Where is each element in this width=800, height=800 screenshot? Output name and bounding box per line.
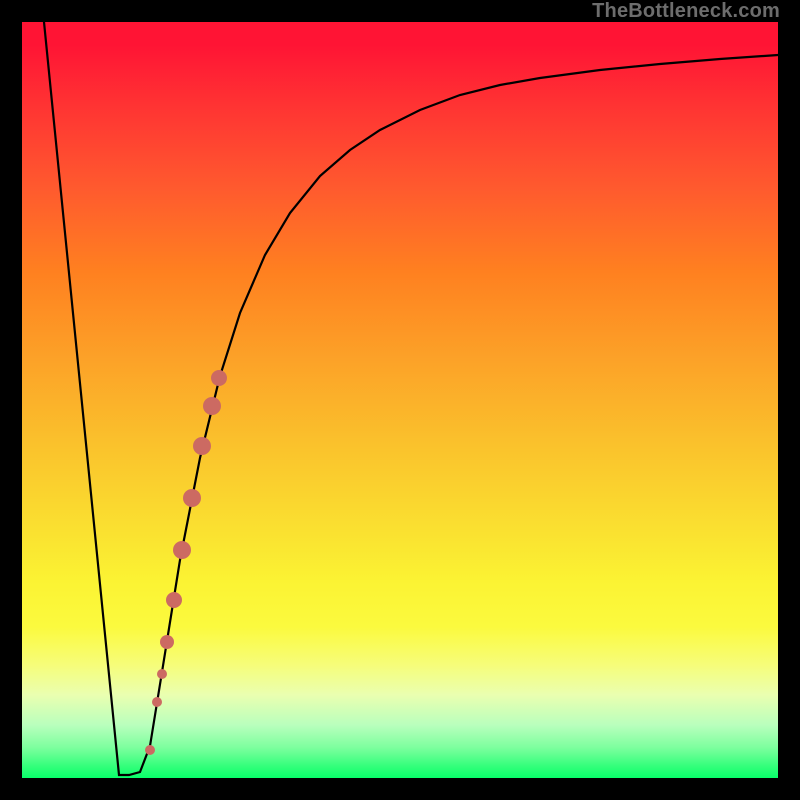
marker-dot	[211, 370, 227, 386]
marker-dot	[157, 669, 167, 679]
watermark-text: TheBottleneck.com	[592, 0, 780, 23]
marker-dot	[152, 697, 162, 707]
marker-dot	[193, 437, 211, 455]
marker-dot	[166, 592, 182, 608]
marker-dot	[145, 745, 155, 755]
plot-area	[22, 22, 778, 778]
marker-dot	[203, 397, 221, 415]
bottleneck-curve	[44, 22, 778, 775]
curve-group	[44, 22, 778, 775]
marker-dot	[173, 541, 191, 559]
marker-dot	[183, 489, 201, 507]
chart-svg	[22, 22, 778, 778]
highlight-markers	[145, 370, 227, 755]
marker-dot	[160, 635, 174, 649]
